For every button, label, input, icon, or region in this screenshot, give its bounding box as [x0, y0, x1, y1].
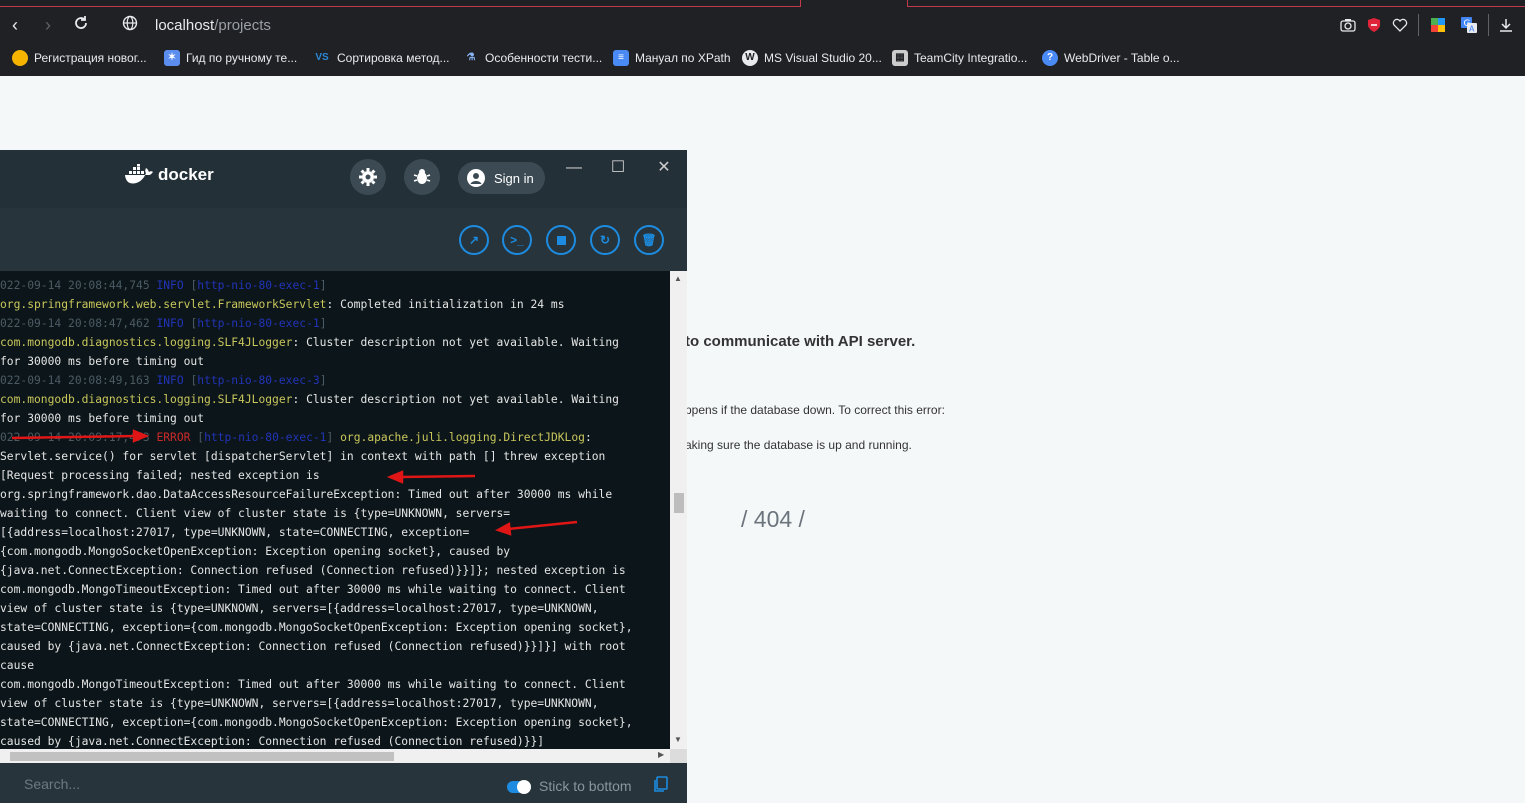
reload-icon	[75, 16, 87, 29]
user-icon	[467, 169, 485, 187]
vs-icon: VS	[315, 52, 329, 63]
bookmark-label: Особенности тести...	[485, 51, 603, 65]
whale-icon	[125, 164, 153, 184]
scroll-up-icon[interactable]: ▲	[674, 274, 682, 283]
forward-button[interactable]: ›	[37, 14, 59, 36]
copy-icon[interactable]	[653, 776, 669, 792]
url-path: /projects	[214, 17, 271, 34]
bookmarks-bar: Регистрация новог... ✶ Гид по ручному те.…	[0, 44, 1525, 72]
docker-brand: docker	[158, 165, 214, 184]
stick-to-bottom-toggle[interactable]	[507, 780, 531, 794]
site-info-button[interactable]	[119, 14, 141, 36]
translate-icon[interactable]: GA	[1461, 17, 1477, 33]
extension-grid-icon[interactable]	[1430, 17, 1446, 33]
bookmark-item[interactable]: W MS Visual Studio 20...	[742, 49, 882, 67]
bookmark-item[interactable]: ▦ TeamCity Integratio...	[892, 49, 1027, 67]
sign-in-label: Sign in	[494, 170, 534, 186]
bookmark-item[interactable]: ⚗ Особенности тести...	[463, 49, 603, 67]
toolbar-divider	[1418, 14, 1419, 36]
bookmark-label: Регистрация новог...	[34, 51, 147, 65]
error-code: / 404 /	[741, 506, 805, 532]
bookmark-item[interactable]: Регистрация новог...	[12, 49, 147, 67]
scroll-thumb[interactable]	[10, 752, 394, 761]
bookmark-item[interactable]: ≡ Мануал по XPath	[613, 49, 731, 67]
star-icon: ✶	[164, 50, 180, 66]
docker-logo: docker	[124, 164, 214, 186]
minimize-button[interactable]: —	[562, 156, 586, 180]
bookmark-label: Сортировка метод...	[337, 51, 450, 65]
shield-icon[interactable]	[1366, 17, 1382, 33]
address-row: ‹ › localhost/projects GA	[0, 6, 1525, 44]
browser-toolbar: ‹ › localhost/projects GA Регистрация но…	[0, 0, 1525, 76]
scroll-down-icon[interactable]: ▼	[674, 735, 682, 744]
wordpress-icon: W	[742, 50, 758, 66]
log-output[interactable]: 022-09-14 20:08:44,745 INFO [http-nio-80…	[0, 271, 670, 749]
external-link-icon: ↗	[468, 233, 480, 247]
reload-button[interactable]	[70, 14, 92, 36]
toolbar-divider	[1488, 14, 1489, 36]
log-horizontal-scrollbar[interactable]: ▶	[0, 749, 670, 763]
terminal-icon: >_	[510, 233, 524, 247]
docker-titlebar: docker Sign in — ☐ ✕	[0, 150, 687, 208]
bookmark-label: Мануал по XPath	[635, 51, 731, 65]
open-in-browser-button[interactable]: ↗	[459, 225, 489, 255]
error-description: ppens if the database down. To correct t…	[685, 403, 945, 417]
restart-icon: ↻	[599, 233, 611, 247]
container-toolbar: ↗ >_ ↻ 🗑	[0, 208, 687, 271]
delete-button[interactable]: 🗑	[634, 225, 664, 255]
url-bar[interactable]: localhost/projects	[155, 17, 271, 34]
camera-icon[interactable]	[1340, 17, 1356, 33]
bookmark-label: TeamCity Integratio...	[914, 51, 1028, 65]
bookmark-item[interactable]: ? WebDriver - Table o...	[1042, 49, 1180, 67]
trash-icon: 🗑	[641, 233, 657, 247]
heart-icon[interactable]	[1392, 17, 1408, 33]
cli-button[interactable]: >_	[502, 225, 532, 255]
bookmark-item[interactable]: ✶ Гид по ручному те...	[164, 49, 297, 67]
flask-icon: ⚗	[466, 52, 476, 63]
bug-icon	[413, 169, 431, 184]
settings-button[interactable]	[350, 159, 386, 195]
url-host: localhost	[155, 17, 215, 34]
globe-icon	[12, 50, 28, 66]
error-title: to communicate with API server.	[685, 333, 916, 350]
download-icon[interactable]	[1498, 17, 1514, 33]
bookmark-item[interactable]: VS Сортировка метод...	[313, 49, 450, 67]
back-button[interactable]: ‹	[4, 14, 26, 36]
bookmark-label: MS Visual Studio 20...	[764, 51, 882, 65]
help-icon: ?	[1042, 50, 1058, 66]
building-icon: ▦	[892, 50, 908, 66]
stop-icon	[556, 235, 566, 245]
log-search-input[interactable]	[22, 773, 426, 795]
log-vertical-scrollbar[interactable]: ▲ ▼	[670, 271, 687, 749]
troubleshoot-button[interactable]	[404, 159, 440, 195]
gear-icon	[359, 168, 377, 186]
log-footer: Stick to bottom	[0, 763, 687, 803]
scroll-right-icon[interactable]: ▶	[658, 750, 664, 759]
stop-button[interactable]	[546, 225, 576, 255]
annotation-arrows	[11, 429, 578, 536]
bookmark-label: WebDriver - Table o...	[1064, 51, 1180, 65]
bookmark-label: Гид по ручному те...	[186, 51, 298, 65]
globe-icon	[122, 15, 138, 31]
doc-icon: ≡	[613, 50, 629, 66]
close-button[interactable]: ✕	[652, 156, 676, 180]
docker-window: docker Sign in — ☐ ✕ ↗ >_ ↻ 🗑 022-09-14 …	[0, 150, 687, 803]
scroll-thumb[interactable]	[674, 493, 684, 513]
sign-in-button[interactable]: Sign in	[458, 162, 545, 194]
scroll-corner	[670, 749, 687, 763]
error-step: aking sure the database is up and runnin…	[685, 438, 912, 452]
svg-text:A: A	[1469, 25, 1475, 34]
restart-button[interactable]: ↻	[590, 225, 620, 255]
maximize-button[interactable]: ☐	[606, 156, 630, 180]
stick-to-bottom-label: Stick to bottom	[539, 778, 632, 794]
